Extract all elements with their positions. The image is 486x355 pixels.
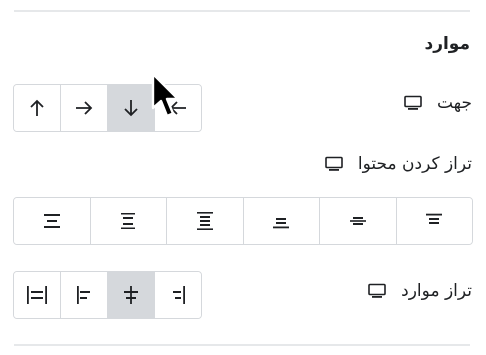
justify-start-button[interactable] bbox=[396, 198, 472, 244]
justify-space-around-icon bbox=[121, 213, 136, 229]
align-items-label: تراز موارد bbox=[401, 281, 472, 301]
justify-center-button[interactable] bbox=[320, 198, 397, 244]
justify-center-icon bbox=[349, 217, 366, 225]
justify-space-between-icon bbox=[196, 212, 213, 230]
divider-top bbox=[14, 10, 470, 12]
justify-end-icon bbox=[273, 218, 290, 229]
monitor-icon[interactable] bbox=[403, 95, 423, 111]
align-start-icon bbox=[173, 286, 185, 304]
align-end-icon bbox=[77, 286, 90, 304]
align-stretch-icon bbox=[27, 286, 47, 304]
direction-label-row: جهت bbox=[403, 93, 472, 113]
align-items-button-group bbox=[13, 271, 202, 319]
align-center-icon bbox=[124, 286, 138, 304]
align-center-button[interactable] bbox=[108, 272, 155, 318]
justify-start-icon bbox=[426, 213, 443, 224]
align-start-button[interactable] bbox=[155, 272, 201, 318]
align-end-button[interactable] bbox=[61, 272, 108, 318]
monitor-icon[interactable] bbox=[324, 156, 344, 172]
justify-end-button[interactable] bbox=[243, 198, 320, 244]
divider-bottom bbox=[14, 344, 470, 346]
align-items-label-row: تراز موارد bbox=[367, 281, 472, 301]
direction-label: جهت bbox=[436, 93, 472, 113]
mouse-cursor-icon bbox=[151, 72, 180, 118]
align-stretch-button[interactable] bbox=[14, 272, 61, 318]
justify-content-label-row: تراز کردن محتوا bbox=[324, 154, 472, 174]
justify-space-around-button[interactable] bbox=[90, 198, 167, 244]
section-title: موارد bbox=[424, 34, 470, 54]
justify-content-button-group bbox=[13, 197, 473, 245]
direction-up-button[interactable] bbox=[14, 85, 61, 131]
justify-content-label: تراز کردن محتوا bbox=[357, 154, 472, 174]
arrow-right-icon bbox=[76, 101, 93, 115]
justify-space-evenly-icon bbox=[43, 214, 60, 228]
arrow-up-icon bbox=[30, 99, 44, 116]
direction-right-button[interactable] bbox=[61, 85, 108, 131]
monitor-icon[interactable] bbox=[367, 283, 387, 299]
direction-down-button[interactable] bbox=[108, 85, 155, 131]
justify-space-evenly-button[interactable] bbox=[14, 198, 91, 244]
justify-space-between-button[interactable] bbox=[167, 198, 244, 244]
arrow-down-icon bbox=[124, 100, 138, 117]
